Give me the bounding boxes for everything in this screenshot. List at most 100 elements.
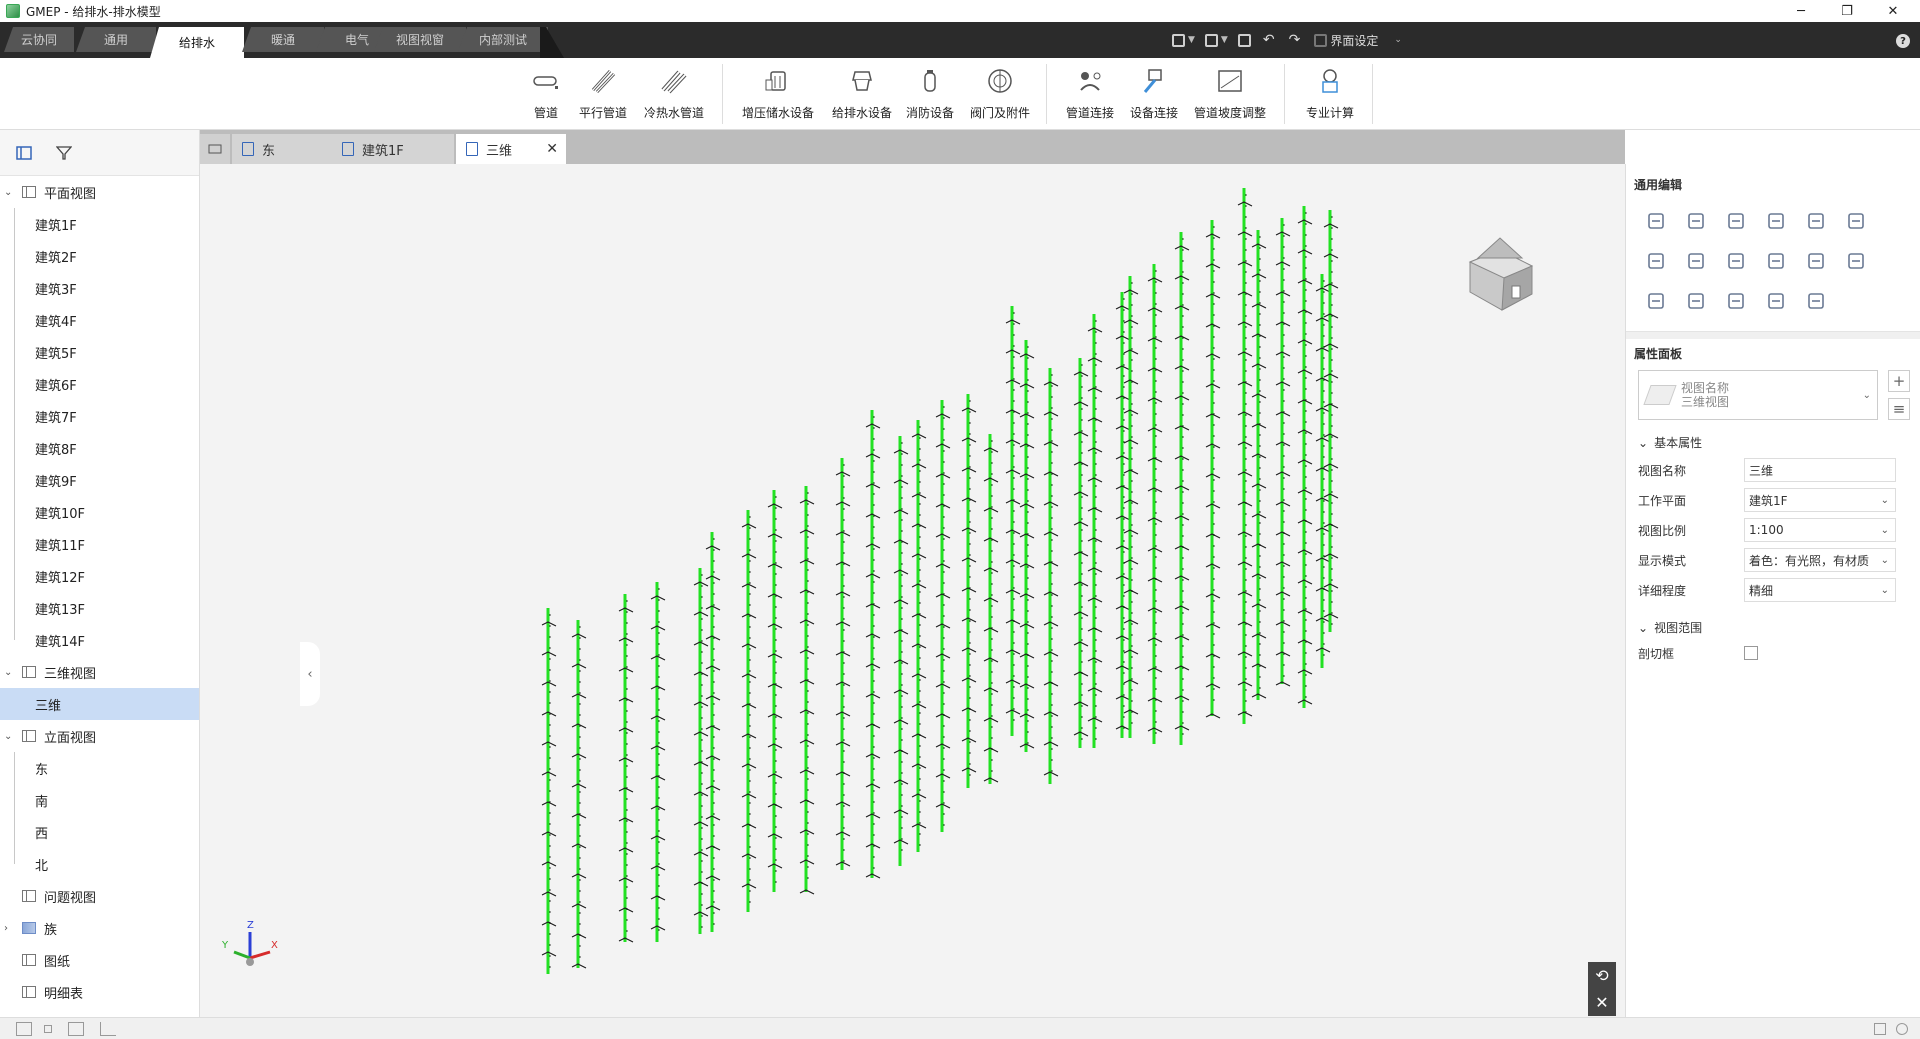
tree-node-sheets[interactable]: 图纸 [0,944,199,976]
tab-general[interactable]: 通用 [76,27,156,52]
chevron-right-icon[interactable]: › [4,923,16,934]
save-icon[interactable] [1237,33,1251,47]
hot-cold-pipe-button[interactable]: 冷热水管道 [642,64,706,126]
redo-icon[interactable]: ↷ [1289,32,1301,48]
close-view-icon[interactable]: ✕ [1595,993,1608,1012]
tree-node-plan-views[interactable]: ⌄ 平面视图 [0,176,199,208]
tree-node-elevation-views[interactable]: ⌄ 立面视图 [0,720,199,752]
valve-button[interactable]: 阀门及附件 [968,64,1032,126]
grid-icon[interactable] [68,1021,84,1036]
chevron-down-icon[interactable]: ⌄ [4,667,16,678]
tree-item-floor[interactable]: 建筑1F [0,208,199,240]
view-range-header[interactable]: ⌄ 视图范围 [1638,619,1920,636]
view-tab-floor1[interactable]: 建筑1F [332,134,454,164]
reset-view-icon[interactable]: ⟲ [1595,966,1608,985]
ui-settings-button[interactable]: 界面设定 [1330,32,1378,49]
minimize-button[interactable]: ─ [1778,0,1824,22]
tree-item-floor[interactable]: 建筑10F [0,496,199,528]
view-settings-icon[interactable]: ≡ [1888,398,1910,420]
join-icon[interactable] [1842,207,1870,235]
array-icon[interactable] [1762,247,1790,275]
tree-node-families[interactable]: › 族 [0,912,199,944]
tree-item-floor[interactable]: 建筑11F [0,528,199,560]
align-icon[interactable] [1762,207,1790,235]
collapse-panel-button[interactable]: ‹ [300,642,320,706]
measure-icon[interactable] [1682,287,1710,315]
view-tab-3d[interactable]: 三维 ✕ [456,134,566,164]
maximize-button[interactable]: ❐ [1824,0,1870,22]
fire-equipment-button[interactable]: 消防设备 [904,64,956,126]
slope-adjust-button[interactable]: 管道坡度调整 [1192,64,1268,126]
layout-icon[interactable] [16,1021,32,1036]
pipe-model[interactable] [200,164,1625,1017]
settings-circle-icon[interactable] [1896,1022,1908,1035]
booster-tank-button[interactable]: 增压储水设备 [740,64,816,126]
trim-icon[interactable] [1722,247,1750,275]
basic-props-header[interactable]: ⌄ 基本属性 [1638,434,1920,451]
tree-item-floor[interactable]: 建筑7F [0,400,199,432]
view-type-selector[interactable]: 视图名称 三维视图 ⌄ [1638,370,1878,420]
extend-icon[interactable] [1802,247,1830,275]
equipment-connect-button[interactable]: 设备连接 [1128,64,1180,126]
tree-item-3d[interactable]: 三维 [0,688,199,720]
prop-value-field[interactable]: 1:100 ⌄ [1744,518,1896,542]
move-icon[interactable] [1642,207,1670,235]
prop-value-field[interactable]: 三维 [1744,458,1896,482]
tab-view-window[interactable]: 视图视窗 [374,27,466,52]
tree-item-floor[interactable]: 建筑12F [0,560,199,592]
tree-node-3d-views[interactable]: ⌄ 三维视图 [0,656,199,688]
tree-node-schedules[interactable]: 明细表 [0,976,199,1008]
panel-toggle-icon[interactable] [8,137,40,169]
tree-item-floor[interactable]: 建筑8F [0,432,199,464]
section-box-checkbox[interactable] [1744,646,1758,660]
fullscreen-icon[interactable] [1874,1022,1886,1035]
tab-cloud[interactable]: 云协同 [4,27,74,52]
chevron-down-icon[interactable]: ⌄ [4,731,16,742]
plumbing-equipment-button[interactable]: 给排水设备 [830,64,894,126]
pipe-connect-button[interactable]: 管道连接 [1064,64,1116,126]
tab-pin-icon[interactable] [200,134,230,164]
tree-item-floor[interactable]: 建筑3F [0,272,199,304]
tree-item-elevation[interactable]: 南 [0,784,199,816]
split-icon[interactable] [1802,207,1830,235]
filter-icon[interactable] [48,137,80,169]
tree-item-floor[interactable]: 建筑9F [0,464,199,496]
prop-value-field[interactable]: 着色：有光照，有材质 ⌄ [1744,548,1896,572]
pipe-button[interactable]: 管道 [528,64,564,126]
mirror-icon[interactable] [1842,247,1870,275]
undo-icon[interactable]: ↶ [1263,32,1275,48]
help-icon[interactable]: ? [1896,34,1910,48]
close-tab-icon[interactable]: ✕ [546,141,558,157]
tree-item-floor[interactable]: 建筑2F [0,240,199,272]
chevron-down-icon[interactable]: ⌄ [1863,390,1871,401]
tab-plumbing[interactable]: 给排水 [150,27,244,58]
angle-icon[interactable] [1722,287,1750,315]
chevron-down-icon[interactable]: ⌄ [4,187,16,198]
prop-value-field[interactable]: 精细 ⌄ [1744,578,1896,602]
calculation-button[interactable]: 专业计算 [1302,64,1358,126]
tree-item-elevation[interactable]: 北 [0,848,199,880]
tree-node-issue-views[interactable]: 问题视图 [0,880,199,912]
tree-item-floor[interactable]: 建筑13F [0,592,199,624]
add-view-icon[interactable]: + [1888,370,1910,392]
edit-pipe-icon[interactable] [1802,287,1830,315]
tab-hvac[interactable]: 暖通 [242,27,324,52]
open-project-icon[interactable] [1204,33,1218,47]
scale-icon[interactable] [1682,207,1710,235]
close-button[interactable]: ✕ [1870,0,1916,22]
tree-item-floor[interactable]: 建筑4F [0,304,199,336]
rotate-icon[interactable] [1722,207,1750,235]
tree-item-elevation[interactable]: 西 [0,816,199,848]
parallel-pipe-button[interactable]: 平行管道 [578,64,628,126]
3d-viewport[interactable]: Z X Y ⟲ ✕ [200,164,1625,1017]
eraser-icon[interactable] [1642,287,1670,315]
tree-item-elevation[interactable]: 东 [0,752,199,784]
tree-item-floor[interactable]: 建筑6F [0,368,199,400]
small-square-icon[interactable] [44,1024,52,1033]
viewcube[interactable] [1460,232,1550,325]
chevron-down-icon[interactable]: ▼ [1221,35,1228,45]
pipe-lift-icon[interactable] [1762,287,1790,315]
chevron-down-icon[interactable]: ⌄ [1394,35,1402,45]
new-file-icon[interactable] [1172,33,1185,47]
tab-internal-test[interactable]: 内部测试 [458,27,548,52]
